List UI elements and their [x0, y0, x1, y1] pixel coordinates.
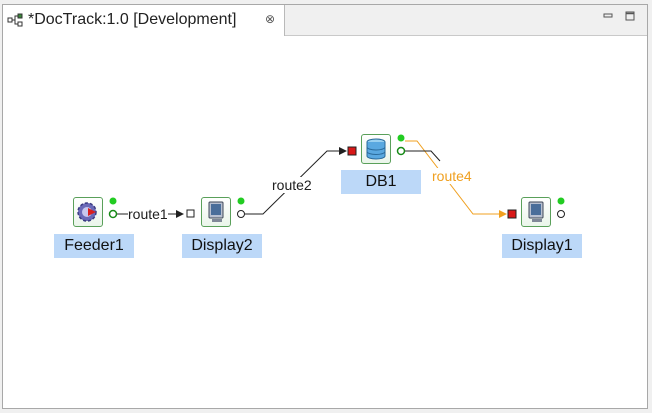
display2-label[interactable]: Display2 — [182, 234, 262, 258]
feeder1-output-port[interactable] — [108, 209, 118, 219]
display2-node[interactable] — [201, 197, 231, 227]
display2-output-port[interactable] — [237, 210, 245, 218]
diagram-canvas[interactable]: Feeder1 Display2 DB1 Display1 route1 rou… — [3, 36, 647, 408]
close-tab-icon[interactable]: ⊗ — [265, 12, 277, 26]
feeder1-node[interactable] — [73, 197, 103, 227]
tab-bar: *DocTrack:1.0 [Development] ⊗ — [3, 5, 647, 36]
display1-status-port — [557, 197, 565, 205]
display1-label[interactable]: Display1 — [502, 234, 582, 258]
display1-node[interactable] — [521, 197, 551, 227]
display2-input-port[interactable] — [186, 209, 195, 218]
display1-output-port[interactable] — [557, 210, 565, 218]
route4-label[interactable]: route4 — [432, 168, 472, 184]
feeder-gear-icon — [77, 202, 97, 222]
tab-doctrack[interactable]: *DocTrack:1.0 [Development] ⊗ — [3, 5, 285, 36]
display2-status-port — [237, 197, 245, 205]
route2-label[interactable]: route2 — [272, 177, 312, 193]
db1-node[interactable] — [361, 134, 391, 164]
minimize-icon[interactable] — [601, 10, 615, 22]
db1-input-port[interactable] — [347, 146, 357, 156]
feeder1-status-port — [109, 197, 117, 205]
editor-window: *DocTrack:1.0 [Development] ⊗ Feeder1 Di… — [2, 4, 648, 409]
db1-label[interactable]: DB1 — [341, 170, 421, 194]
maximize-icon[interactable] — [623, 10, 637, 22]
db1-output-port[interactable] — [396, 146, 406, 156]
tab-title: *DocTrack:1.0 [Development] — [28, 11, 237, 28]
db1-output-wire — [405, 150, 441, 162]
feeder1-label[interactable]: Feeder1 — [54, 234, 134, 258]
database-icon — [366, 138, 386, 160]
display1-input-port[interactable] — [507, 209, 517, 219]
topology-icon — [7, 13, 23, 27]
monitor-icon — [528, 201, 544, 222]
route1-label[interactable]: route1 — [128, 206, 168, 222]
db1-status-port — [397, 134, 405, 142]
monitor-icon — [208, 201, 224, 222]
